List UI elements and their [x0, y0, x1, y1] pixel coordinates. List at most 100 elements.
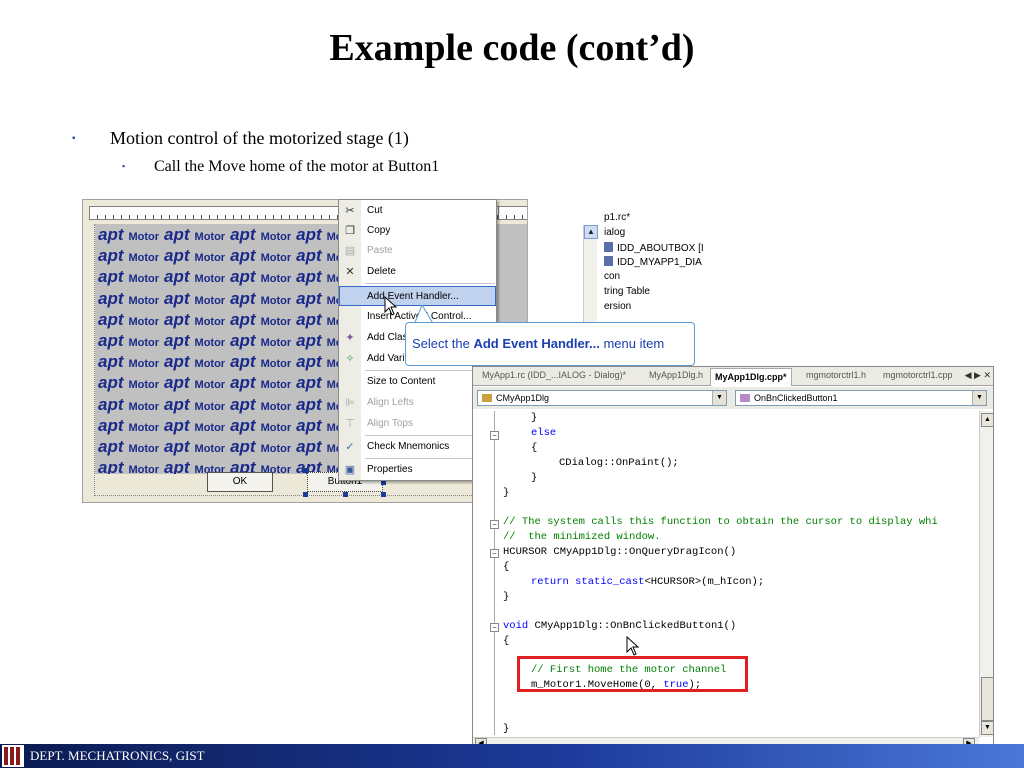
chevron-down-icon[interactable]: ▼	[712, 391, 726, 405]
ocx-word-apt: apt	[296, 373, 322, 393]
ocx-word-apt: apt	[164, 394, 190, 414]
add-class-icon: ✦	[345, 332, 355, 344]
ocx-word-motor: Motor	[260, 336, 292, 349]
ocx-word-motor: Motor	[128, 400, 160, 413]
tab-next-icon[interactable]: ▶	[974, 370, 981, 380]
bullet-level2-text: Call the Move home of the motor at Butto…	[154, 158, 440, 175]
fold-gutter	[494, 411, 495, 735]
scroll-thumb[interactable]	[981, 677, 993, 721]
check-mnemonics-icon: ✓	[345, 441, 355, 453]
close-icon[interactable]: ✕	[983, 370, 991, 380]
ocx-word-motor: Motor	[194, 273, 226, 286]
tree-item[interactable]: p1.rc*	[604, 212, 704, 227]
menu-item-paste[interactable]: ▤ Paste	[339, 241, 496, 261]
tab-myapp1-rc[interactable]: MyApp1.rc (IDD_...IALOG - Dialog)*	[482, 370, 626, 380]
member-combo[interactable]: OnBnClickedButton1 ▼	[735, 390, 987, 406]
ocx-word-motor: Motor	[260, 315, 292, 328]
tree-item[interactable]: IDD_ABOUTBOX [I	[604, 241, 704, 257]
ocx-word-motor: Motor	[194, 358, 226, 371]
ocx-word-apt: apt	[98, 267, 124, 287]
ocx-word-apt: apt	[164, 436, 190, 456]
vertical-scrollbar[interactable]: ▲ ▼	[979, 411, 993, 737]
slide-footer: DEPT. MECHATRONICS, GIST	[0, 744, 1024, 768]
tab-myapp1dlg-h[interactable]: MyApp1Dlg.h	[649, 370, 703, 380]
callout-prefix: Select the	[412, 336, 474, 351]
align-tops-icon: ⊤	[345, 418, 355, 430]
ocx-word-apt: apt	[164, 225, 190, 244]
mouse-cursor-icon	[626, 636, 640, 656]
ocx-word-apt: apt	[296, 309, 322, 329]
ocx-word-motor: Motor	[194, 400, 226, 413]
bullet-level1: ▪ Motion control of the motorized stage (…	[72, 128, 409, 149]
ocx-word-apt: apt	[230, 394, 256, 414]
ocx-word-apt: apt	[98, 373, 124, 393]
paste-icon: ▤	[344, 245, 356, 257]
tab-myapp1dlg-cpp[interactable]: MyApp1Dlg.cpp*	[710, 368, 792, 386]
ocx-word-apt: apt	[296, 415, 322, 435]
scroll-up-icon[interactable]: ▲	[584, 225, 598, 239]
menu-item-copy[interactable]: ❐ Copy	[339, 221, 496, 241]
code-line: }	[531, 412, 538, 424]
ocx-word-apt: apt	[164, 267, 190, 287]
scroll-down-icon[interactable]: ▼	[981, 721, 993, 735]
ocx-word-apt: apt	[98, 225, 124, 244]
chevron-down-icon[interactable]: ▼	[972, 391, 986, 405]
ocx-word-apt: apt	[230, 436, 256, 456]
tree-item[interactable]: IDD_MYAPP1_DIA	[604, 256, 704, 271]
ocx-word-apt: apt	[230, 246, 256, 266]
menu-item-cut[interactable]: ✂ Cut	[339, 201, 496, 221]
ocx-word-motor: Motor	[128, 315, 160, 328]
ocx-word-apt: apt	[230, 330, 256, 350]
bullet-marker: ▪	[72, 133, 76, 144]
university-logo-icon	[2, 745, 24, 767]
selection-handle[interactable]	[303, 468, 308, 473]
selection-handle[interactable]	[381, 492, 386, 497]
tab-prev-icon[interactable]: ◀	[965, 370, 972, 380]
code-token: <HCURSOR>(m_hIcon);	[644, 576, 765, 588]
slide-title: Example code (cont’d)	[329, 27, 695, 69]
bullet-level1-text: Motion control of the motorized stage (1…	[110, 128, 409, 148]
scroll-up-icon[interactable]: ▲	[981, 413, 993, 427]
collapse-icon[interactable]: −	[490, 623, 499, 632]
add-variable-icon: ✧	[345, 353, 355, 365]
editor-tab-bar: MyApp1.rc (IDD_...IALOG - Dialog)* MyApp…	[473, 367, 993, 386]
ocx-word-motor: Motor	[194, 336, 226, 349]
code-token: static_cast	[575, 576, 645, 588]
tab-nav: ◀ ▶ ✕	[965, 370, 991, 381]
tree-item[interactable]: tring Table	[604, 286, 704, 301]
collapse-icon[interactable]: −	[490, 431, 499, 440]
ocx-word-apt: apt	[230, 373, 256, 393]
menu-item-delete[interactable]: ✕ Delete	[339, 262, 496, 282]
ocx-word-motor: Motor	[194, 442, 226, 455]
tree-item-label: ersion	[604, 300, 632, 312]
selection-handle[interactable]	[343, 492, 348, 497]
selection-handle[interactable]	[303, 492, 308, 497]
ocx-word-apt: apt	[296, 394, 322, 414]
method-icon	[740, 394, 750, 402]
ocx-word-motor: Motor	[128, 294, 160, 307]
ocx-word-motor: Motor	[194, 315, 226, 328]
ocx-word-motor: Motor	[128, 379, 160, 392]
tab-mgmotorctrl1-h[interactable]: mgmotorctrl1.h	[806, 370, 866, 380]
collapse-icon[interactable]: −	[490, 549, 499, 558]
tree-item[interactable]: ialog	[604, 227, 704, 242]
menu-item-add-event-handler[interactable]: Add Event Handler...	[339, 286, 496, 306]
ocx-word-motor: Motor	[260, 231, 292, 243]
ocx-word-apt: apt	[98, 436, 124, 456]
tree-item[interactable]: con	[604, 271, 704, 286]
class-combo[interactable]: CMyApp1Dlg ▼	[477, 390, 727, 406]
ocx-word-apt: apt	[230, 225, 256, 244]
tab-mgmotorctrl1-cpp[interactable]: mgmotorctrl1.cpp	[883, 370, 953, 380]
ocx-word-apt: apt	[230, 267, 256, 287]
ocx-word-apt: apt	[164, 373, 190, 393]
ok-button[interactable]: OK	[207, 472, 273, 492]
tree-item[interactable]: ersion	[604, 301, 704, 316]
collapse-icon[interactable]: −	[490, 520, 499, 529]
ocx-word-apt: apt	[230, 288, 256, 308]
code-token: CMyApp1Dlg::OnBnClickedButton1()	[528, 620, 737, 632]
ocx-word-motor: Motor	[260, 421, 292, 434]
ocx-word-motor: Motor	[194, 379, 226, 392]
dialog-resource-icon	[604, 256, 613, 267]
ocx-word-apt: apt	[296, 267, 322, 287]
copy-icon: ❐	[345, 225, 355, 237]
